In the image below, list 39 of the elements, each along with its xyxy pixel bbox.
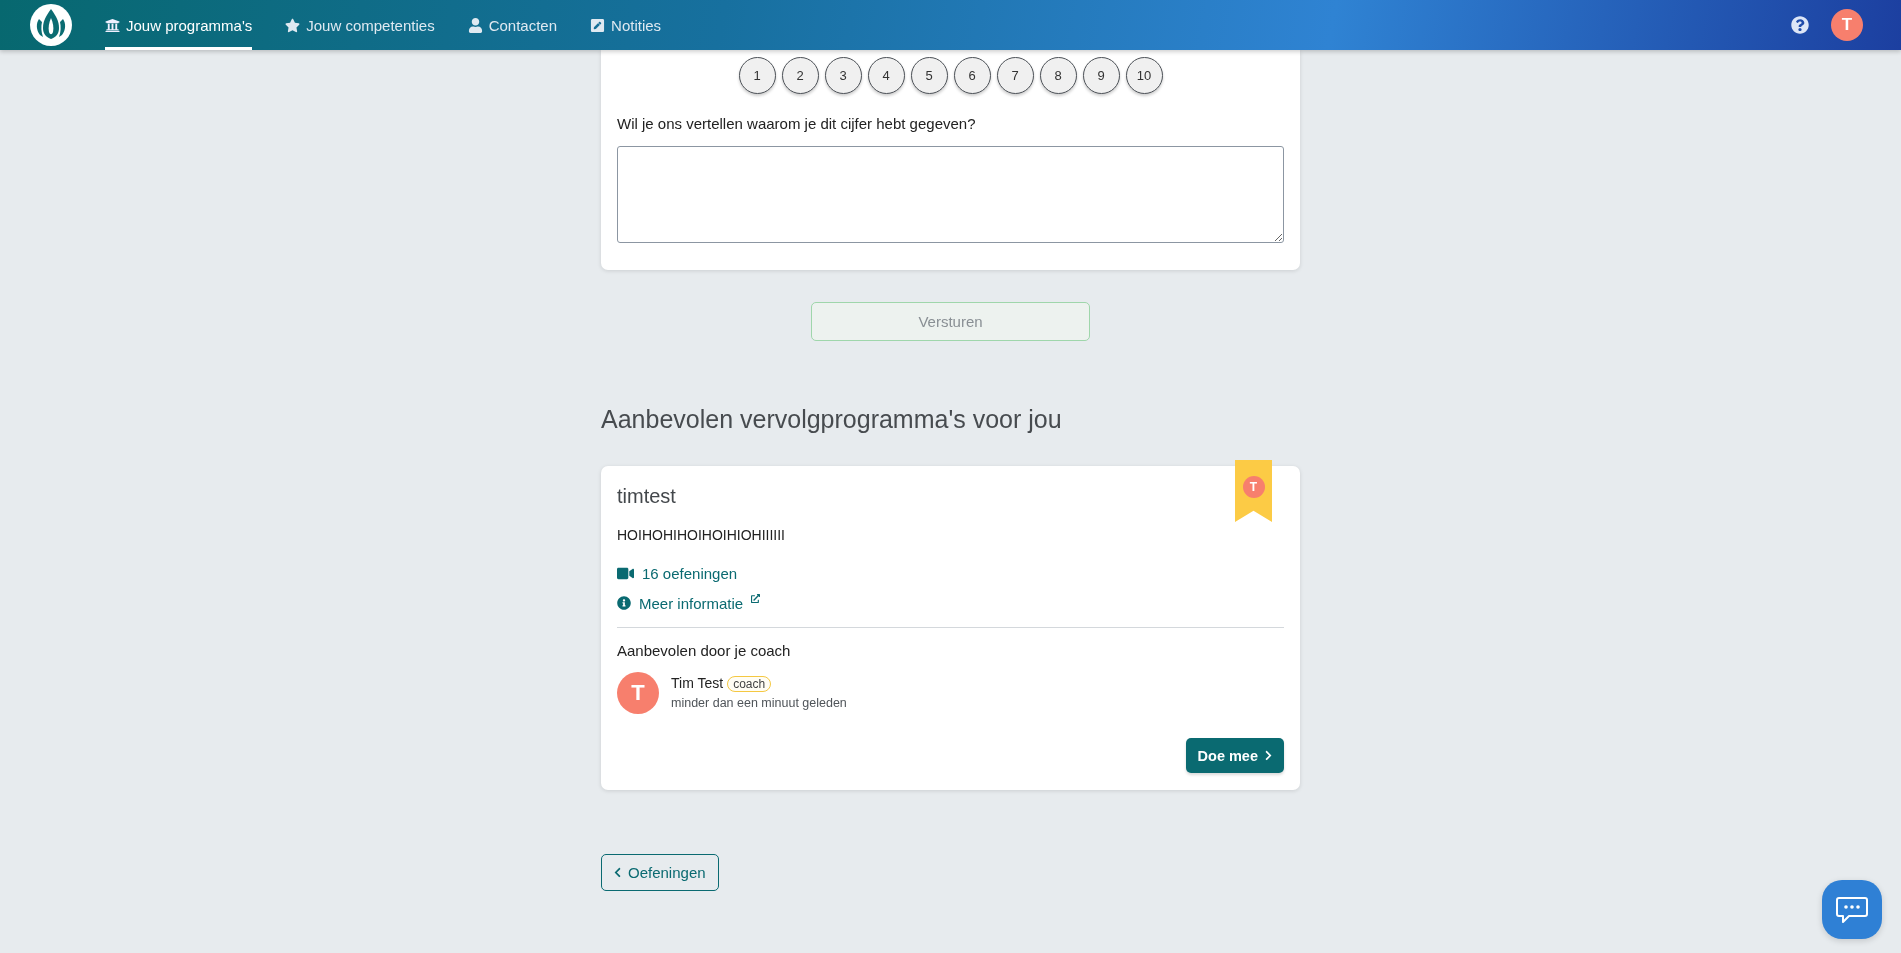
- person-icon: [467, 17, 483, 33]
- rating-option[interactable]: 8: [1039, 57, 1077, 94]
- chat-button[interactable]: [1822, 880, 1882, 939]
- recommended-by-label: Aanbevolen door je coach: [617, 642, 792, 660]
- help-icon[interactable]: [1791, 16, 1809, 34]
- nav-tab[interactable]: Contacten: [467, 0, 558, 50]
- rating-option[interactable]: 3: [824, 57, 862, 94]
- coach-avatar: T: [1242, 476, 1265, 498]
- coach-avatar: T: [617, 672, 659, 714]
- section-heading: Aanbevolen vervolgprogramma's voor jou: [601, 404, 1063, 435]
- nav-tab[interactable]: Jouw programma's: [105, 0, 253, 50]
- nav-tab[interactable]: Jouw competenties: [285, 0, 435, 50]
- chevron-right-icon: [1263, 750, 1274, 761]
- star-icon: [285, 17, 301, 33]
- feedback-input-field[interactable]: [617, 146, 1284, 243]
- flame-logo-icon[interactable]: [30, 4, 72, 46]
- rating-option[interactable]: 2: [781, 57, 819, 94]
- rating-option[interactable]: 1: [738, 57, 776, 94]
- back-button[interactable]: Oefeningen: [601, 854, 719, 891]
- rating-option[interactable]: 4: [867, 57, 905, 94]
- rating-option[interactable]: 6: [953, 57, 991, 94]
- info-icon: [617, 596, 631, 610]
- rating-option[interactable]: 5: [910, 57, 948, 94]
- coach-name: Tim Test: [671, 675, 724, 692]
- join-button[interactable]: Doe mee: [1185, 738, 1284, 773]
- program-link[interactable]: 16 oefeningen: [642, 564, 738, 582]
- rating-option[interactable]: 7: [996, 57, 1034, 94]
- rating-option[interactable]: 10: [1125, 57, 1163, 94]
- bank-icon: [105, 17, 120, 33]
- feedback-question: Wil je ons vertellen waarom je dit cijfer hebt gegeven?: [617, 115, 977, 133]
- recommendation-time: minder dan een minuut geleden: [671, 696, 847, 711]
- chat-bubble-icon: [1836, 895, 1868, 924]
- program-title: timtest: [617, 484, 676, 508]
- chevron-left-icon: [612, 867, 623, 878]
- program-link[interactable]: Meer informatie: [639, 594, 744, 612]
- rating-option[interactable]: 9: [1082, 57, 1120, 94]
- role-badge: coach: [727, 675, 772, 692]
- nav-tab[interactable]: Notities: [590, 0, 662, 50]
- program-description: HOIHOHIHOIHOIHIOHIIIIII: [617, 527, 786, 544]
